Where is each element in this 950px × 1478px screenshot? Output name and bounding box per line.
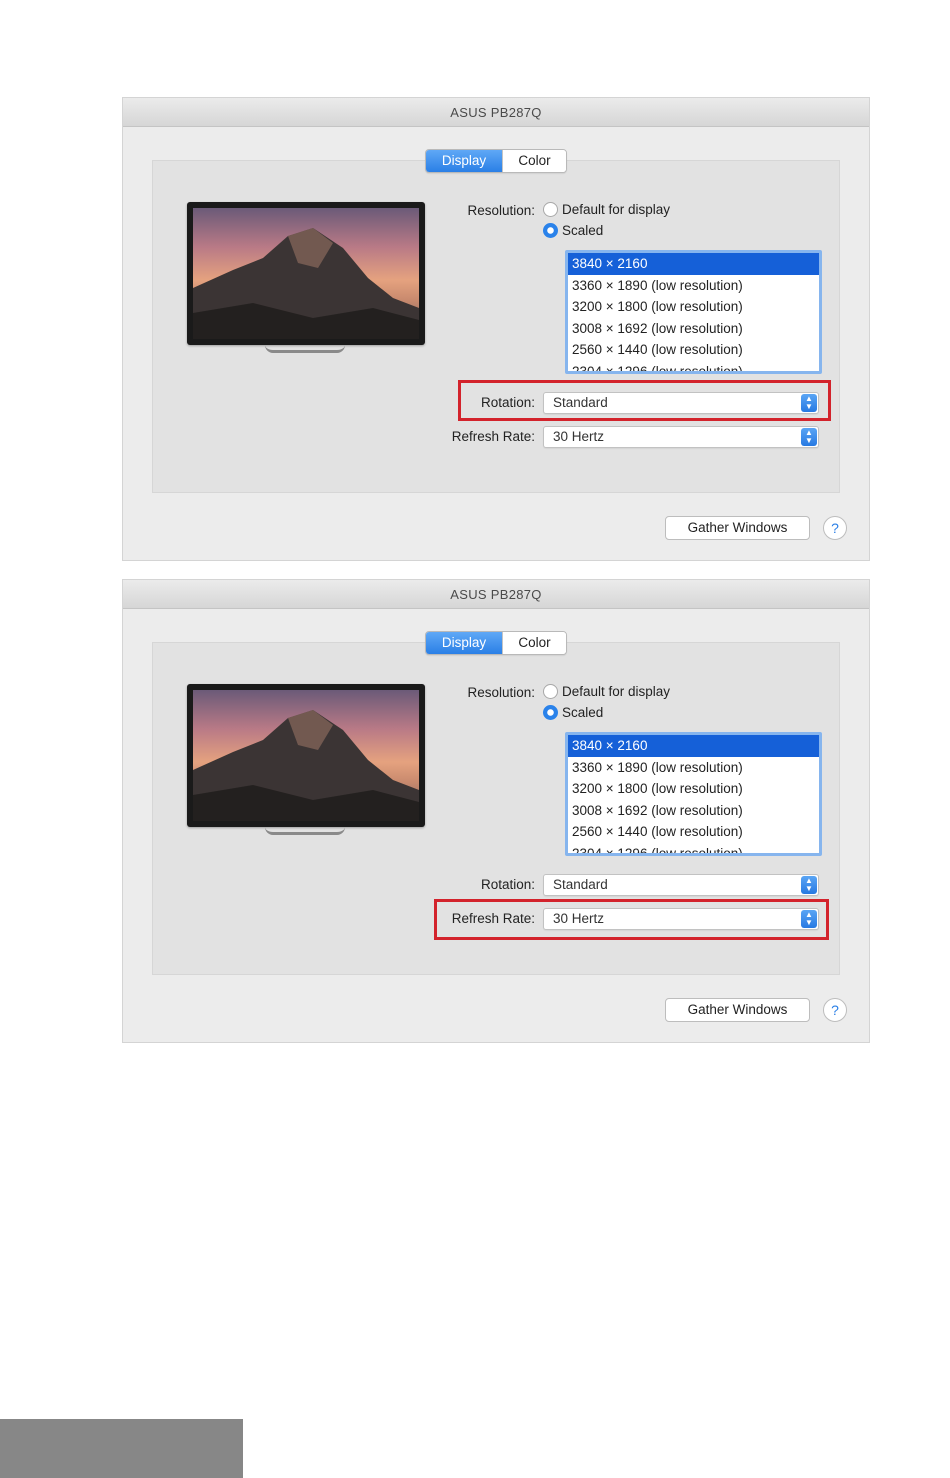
radio-default-for-display[interactable]: Default for display: [543, 684, 670, 699]
radio-scaled[interactable]: Scaled: [543, 705, 603, 720]
gather-windows-button[interactable]: Gather Windows: [665, 998, 810, 1022]
radio-label: Scaled: [562, 705, 604, 720]
list-item[interactable]: 3360 × 1890 (low resolution): [568, 275, 819, 297]
list-item[interactable]: 3200 × 1800 (low resolution): [568, 778, 819, 800]
list-item[interactable]: 2304 × 1296 (low resolution): [568, 843, 819, 853]
question-mark-icon[interactable]: ?: [823, 516, 847, 540]
radio-default-for-display[interactable]: Default for display: [543, 202, 670, 217]
page-footer-bar: [0, 1419, 243, 1478]
gather-windows-button[interactable]: Gather Windows: [665, 516, 810, 540]
monitor-stand: [265, 827, 345, 835]
radio-label: Scaled: [562, 223, 604, 238]
refresh-rate-select[interactable]: 30 Hertz ▲ ▼: [543, 426, 819, 448]
up-down-chevron-icon: ▲ ▼: [801, 428, 817, 446]
list-item[interactable]: 3008 × 1692 (low resolution): [568, 318, 819, 340]
list-item[interactable]: 2560 × 1440 (low resolution): [568, 339, 819, 361]
radio-button-off[interactable]: [543, 202, 558, 217]
radio-button-on[interactable]: [543, 223, 558, 238]
radio-button-on[interactable]: [543, 705, 558, 720]
rotation-value: Standard: [553, 877, 608, 892]
tab-bar: Display Color: [425, 149, 567, 173]
list-item[interactable]: 3360 × 1890 (low resolution): [568, 757, 819, 779]
list-item[interactable]: 3840 × 2160: [568, 735, 819, 757]
tab-color[interactable]: Color: [502, 150, 566, 172]
refresh-rate-label: Refresh Rate:: [451, 429, 535, 444]
list-item[interactable]: 3008 × 1692 (low resolution): [568, 800, 819, 822]
radio-button-off[interactable]: [543, 684, 558, 699]
tab-color[interactable]: Color: [502, 632, 566, 654]
highlight-box-refresh-rate: [434, 899, 829, 940]
up-down-chevron-icon: ▲ ▼: [801, 876, 817, 894]
list-item[interactable]: 2304 × 1296 (low resolution): [568, 361, 819, 371]
wallpaper-image: [193, 208, 419, 339]
display-prefs-window-1: ASUS PB287Q Display Color Resolution: De…: [122, 97, 870, 561]
display-prefs-window-2: ASUS PB287Q Display Color Resolution: De…: [122, 579, 870, 1043]
resolution-list[interactable]: 3840 × 2160 3360 × 1890 (low resolution)…: [565, 250, 822, 374]
monitor-stand: [265, 345, 345, 353]
resolution-label: Resolution:: [467, 685, 535, 700]
radio-label: Default for display: [562, 684, 671, 699]
rotation-label: Rotation:: [480, 877, 535, 892]
refresh-rate-value: 30 Hertz: [553, 429, 605, 444]
radio-scaled[interactable]: Scaled: [543, 223, 603, 238]
list-item[interactable]: 2560 × 1440 (low resolution): [568, 821, 819, 843]
resolution-list[interactable]: 3840 × 2160 3360 × 1890 (low resolution)…: [565, 732, 822, 856]
tab-display[interactable]: Display: [426, 150, 502, 172]
list-item[interactable]: 3840 × 2160: [568, 253, 819, 275]
tab-display[interactable]: Display: [426, 632, 502, 654]
wallpaper-image: [193, 690, 419, 821]
list-item[interactable]: 3200 × 1800 (low resolution): [568, 296, 819, 318]
rotation-select[interactable]: Standard ▲ ▼: [543, 874, 819, 896]
highlight-box-rotation: [458, 380, 831, 421]
question-mark-icon[interactable]: ?: [823, 998, 847, 1022]
window-title: ASUS PB287Q: [123, 580, 869, 609]
monitor-preview-image: [187, 202, 425, 345]
mountain-graphic: [193, 228, 419, 339]
tab-bar: Display Color: [425, 631, 567, 655]
monitor-preview-image: [187, 684, 425, 827]
mountain-graphic: [193, 710, 419, 821]
resolution-label: Resolution:: [467, 203, 535, 218]
window-title: ASUS PB287Q: [123, 98, 869, 127]
radio-label: Default for display: [562, 202, 671, 217]
